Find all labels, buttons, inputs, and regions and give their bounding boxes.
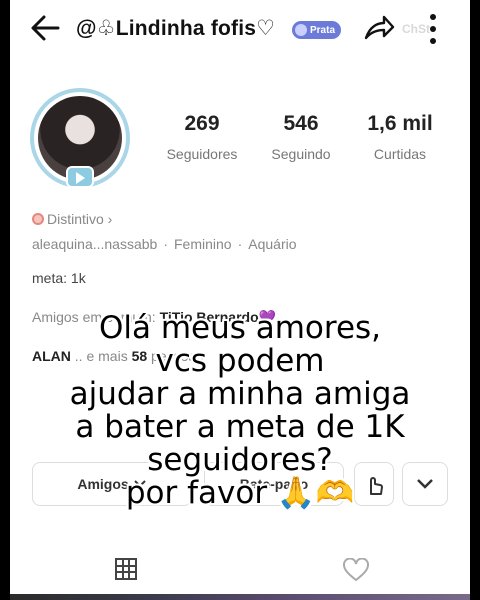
likes-count: 1,6 mil xyxy=(367,112,433,135)
caption-line: a bater a meta de 1K xyxy=(75,409,405,445)
followers-label: Seguidores xyxy=(166,146,238,162)
followers-stat[interactable]: 269 Seguidores xyxy=(152,112,252,162)
likes-stat[interactable]: 1,6 mil Curtidas xyxy=(350,112,450,162)
distintivo-link[interactable]: Distintivo › xyxy=(32,211,112,227)
caption-line: ajudar a minha amiga xyxy=(69,376,411,412)
caption-line: seguidores? xyxy=(147,442,333,478)
grid-view-icon[interactable] xyxy=(115,558,137,580)
overlay-caption: Olá meus amores, vcs podem ajudar a minh… xyxy=(10,312,470,510)
following-count: 546 xyxy=(283,112,319,135)
following-label: Seguindo xyxy=(271,146,331,162)
profile-gender: Feminino xyxy=(174,236,232,252)
rank-badge[interactable]: Prata xyxy=(292,21,342,39)
badge-label: Prata xyxy=(310,24,336,36)
heart-icon[interactable] xyxy=(343,558,369,582)
profile-info-line: aleaquina...nassabb · Feminino · Aquário xyxy=(32,236,297,252)
bottom-strip xyxy=(10,594,470,600)
caption-line: vcs podem xyxy=(155,343,325,379)
header: @♧Lindinha fofis♡ Prata ChSt xyxy=(10,0,470,60)
bio-text: meta: 1k xyxy=(32,270,86,286)
watermark-text: ChSt xyxy=(402,22,430,36)
profile-sign: Aquário xyxy=(248,236,297,252)
distintivo-icon xyxy=(32,213,44,225)
distintivo-label: Distintivo › xyxy=(47,211,113,227)
likes-label: Curtidas xyxy=(373,146,427,162)
avatar-container[interactable] xyxy=(30,88,130,188)
more-options-icon[interactable] xyxy=(428,12,438,46)
share-icon[interactable] xyxy=(362,12,396,44)
followers-count: 269 xyxy=(184,112,220,135)
profile-handle: aleaquina...nassabb xyxy=(32,236,158,252)
profile-username: @♧Lindinha fofis♡ xyxy=(76,17,276,40)
following-stat[interactable]: 546 Seguindo xyxy=(251,112,351,162)
caption-line: Olá meus amores, xyxy=(98,310,382,346)
caption-line: por favor 🙏🫶 xyxy=(125,475,355,511)
back-arrow-icon[interactable] xyxy=(28,12,64,44)
avatar-play-icon xyxy=(66,166,94,188)
badge-icon xyxy=(295,24,307,36)
